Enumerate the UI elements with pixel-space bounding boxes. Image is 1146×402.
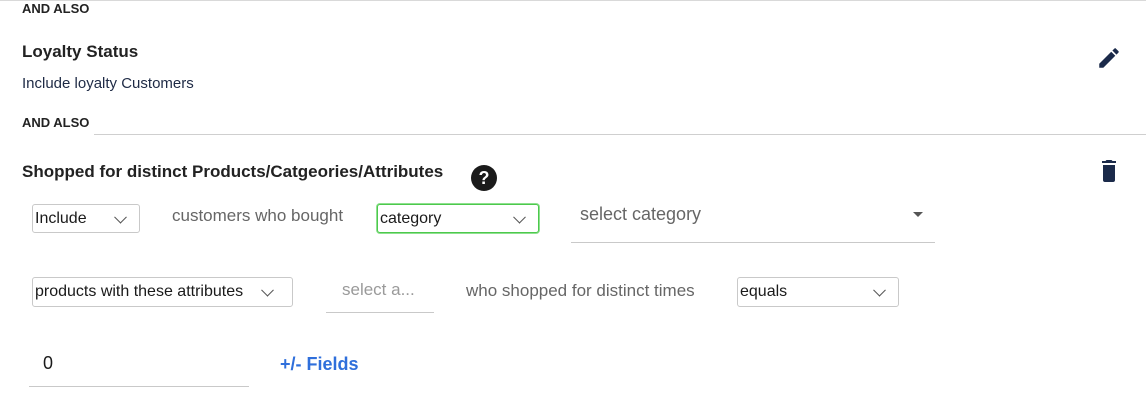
comparator-value: equals	[740, 283, 788, 300]
attribute-select-field[interactable]: select a...	[326, 272, 434, 313]
help-glyph: ?	[478, 167, 490, 188]
trash-icon[interactable]	[1097, 157, 1121, 183]
customers-who-bought-label: customers who bought	[172, 206, 344, 225]
loyalty-status-title: Loyalty Status	[22, 42, 139, 61]
fields-toggle-link[interactable]: +/- Fields	[280, 354, 359, 375]
chevron-down-icon	[114, 210, 127, 224]
shopped-distinct-title: Shopped for distinct Products/Catgeories…	[22, 162, 444, 181]
chevron-down-icon	[513, 210, 526, 224]
attribute-placeholder: select a...	[342, 280, 415, 299]
and-also-label: AND ALSO	[22, 1, 90, 16]
and-also-label: AND ALSO	[22, 115, 90, 130]
count-input[interactable]: 0	[29, 342, 249, 387]
caret-down-icon	[913, 212, 923, 217]
chevron-down-icon	[873, 283, 886, 297]
question-circle-icon[interactable]: ?	[471, 165, 497, 191]
attributes-select[interactable]: products with these attributes	[32, 277, 293, 307]
loyalty-status-subtitle: Include loyalty Customers	[22, 75, 194, 92]
include-select-value: Include	[35, 209, 87, 227]
chevron-down-icon	[261, 283, 274, 297]
purchase-type-value: category	[380, 209, 442, 227]
purchase-type-select[interactable]: category	[377, 204, 539, 233]
top-divider	[0, 0, 1146, 1]
count-input-value: 0	[43, 353, 54, 373]
category-dropdown[interactable]: select category	[571, 196, 935, 243]
shopped-distinct-times-label: who shopped for distinct times	[466, 281, 695, 300]
include-select[interactable]: Include	[32, 204, 140, 233]
section-divider	[94, 134, 1146, 135]
pencil-icon[interactable]	[1096, 45, 1122, 71]
category-dropdown-placeholder: select category	[580, 204, 702, 224]
attributes-select-value: products with these attributes	[35, 283, 244, 300]
comparator-select[interactable]: equals	[737, 277, 899, 307]
